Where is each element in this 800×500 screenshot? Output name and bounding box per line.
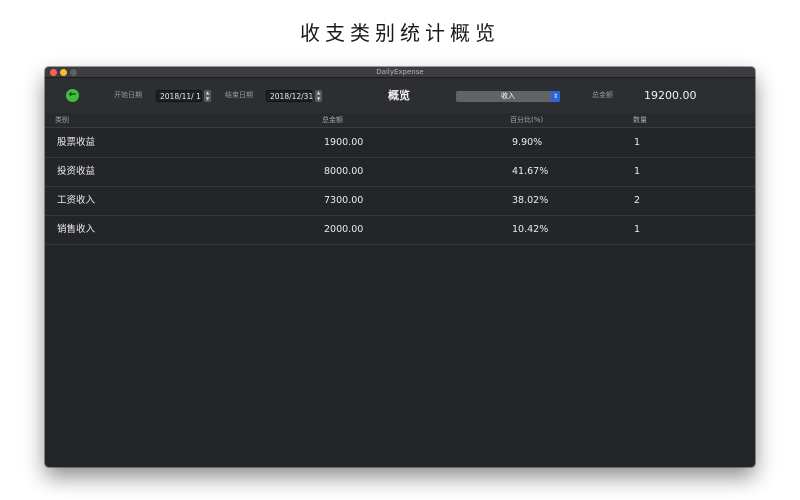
- cell-total: 8000.00: [324, 166, 364, 177]
- table-header: 类别 总金额 百分比(%) 数量: [45, 113, 755, 128]
- overview-title: 概览: [388, 89, 410, 102]
- cell-total: 7300.00: [324, 195, 364, 206]
- end-date-label: 结束日期: [225, 91, 253, 99]
- total-label: 总金额: [592, 91, 613, 99]
- total-value: 19200.00: [644, 89, 697, 102]
- cell-total: 2000.00: [324, 224, 364, 235]
- table-row[interactable]: 股票收益 1900.00 9.90% 1: [45, 129, 755, 158]
- window-title: DailyExpense: [376, 68, 424, 76]
- arrow-left-icon: ←: [68, 90, 77, 100]
- cell-percent: 9.90%: [512, 137, 543, 148]
- back-button[interactable]: ←: [66, 89, 79, 102]
- toolbar: ← 开始日期 2018/11/ 1 ▲ ▼ 结束日期 2018/12/31 ▲ …: [45, 78, 755, 113]
- cell-count: 1: [634, 137, 641, 148]
- chevron-down-icon: ▼: [316, 96, 321, 101]
- cell-total: 1900.00: [324, 137, 364, 148]
- column-header-total[interactable]: 总金额: [322, 113, 343, 128]
- column-header-percent[interactable]: 百分比(%): [510, 113, 543, 128]
- cell-category: 股票收益: [57, 137, 96, 148]
- table-row[interactable]: 工资收入 7300.00 38.02% 2: [45, 187, 755, 216]
- table-row[interactable]: 销售收入 2000.00 10.42% 1: [45, 216, 755, 245]
- type-select[interactable]: 收入 ⇕: [456, 91, 560, 102]
- cell-category: 工资收入: [57, 195, 96, 206]
- cell-count: 1: [634, 166, 641, 177]
- title-bar: DailyExpense: [45, 67, 755, 78]
- type-select-value: 收入: [501, 92, 515, 100]
- start-date-stepper[interactable]: ▲ ▼: [204, 90, 211, 102]
- column-header-count[interactable]: 数量: [633, 113, 647, 128]
- table-body: 股票收益 1900.00 9.90% 1 投资收益 8000.00 41.67%…: [45, 129, 755, 245]
- end-date-stepper[interactable]: ▲ ▼: [315, 90, 322, 102]
- cell-category: 销售收入: [57, 224, 96, 235]
- cell-count: 2: [634, 195, 641, 206]
- table-row[interactable]: 投资收益 8000.00 41.67% 1: [45, 158, 755, 187]
- start-date-field[interactable]: 2018/11/ 1: [156, 90, 202, 102]
- end-date-field[interactable]: 2018/12/31: [266, 90, 313, 102]
- app-window: DailyExpense ← 开始日期 2018/11/ 1 ▲ ▼ 结束日期 …: [45, 67, 755, 467]
- cell-category: 投资收益: [57, 166, 96, 177]
- cell-count: 1: [634, 224, 641, 235]
- cell-percent: 41.67%: [512, 166, 549, 177]
- cell-percent: 38.02%: [512, 195, 549, 206]
- select-arrows-icon: ⇕: [551, 91, 560, 102]
- cell-percent: 10.42%: [512, 224, 549, 235]
- page-heading: 收支类别统计概览: [300, 21, 500, 45]
- start-date-label: 开始日期: [114, 91, 142, 99]
- column-header-category[interactable]: 类别: [55, 113, 69, 128]
- chevron-down-icon: ▼: [205, 96, 210, 101]
